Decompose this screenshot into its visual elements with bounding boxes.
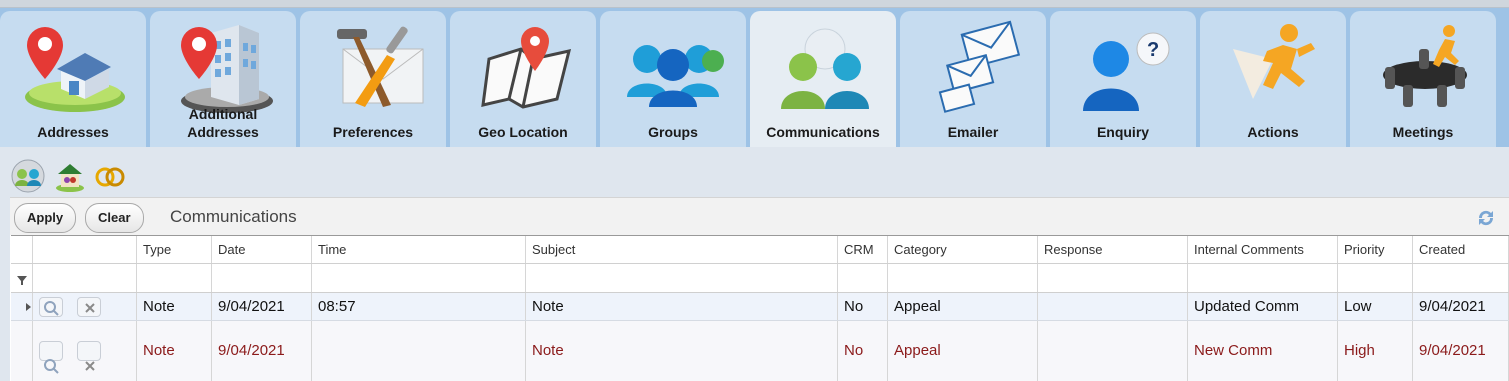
column-header-priority[interactable]: Priority [1338,236,1413,263]
filter-type[interactable] [137,264,212,292]
cell-date: 9/04/2021 [212,321,312,381]
cell-priority: High [1338,321,1413,381]
tab-groups[interactable]: Groups [600,11,746,147]
row-actions-cell [33,293,137,320]
grid-header-row: Type Date Time Subject CRM Category Resp… [11,236,1509,264]
cell-category: Appeal [888,321,1038,381]
cell-response [1038,321,1188,381]
cell-created: 9/04/2021 [1413,321,1509,381]
panel-title: Communications [170,207,297,226]
person-question-icon: ? [1050,19,1196,115]
column-header-date[interactable]: Date [212,236,312,263]
tab-enquiry[interactable]: ? Enquiry [1050,11,1196,147]
column-header-type[interactable]: Type [137,236,212,263]
linked-rings-icon[interactable] [92,158,128,194]
column-header-created[interactable]: Created [1413,236,1509,263]
tab-label: Emailer [947,124,999,140]
filter-created[interactable] [1413,264,1509,292]
cell-internal-comments: New Comm [1188,321,1338,381]
row-actions-cell [33,321,137,381]
filter-date[interactable] [212,264,312,292]
filter-crm[interactable] [838,264,888,292]
cell-crm: No [838,293,888,320]
map-pin-building-icon [150,19,296,115]
column-header-category[interactable]: Category [888,236,1038,263]
magnifier-icon[interactable] [39,297,63,317]
cell-time: 08:57 [312,293,526,320]
svg-text:?: ? [1147,39,1159,61]
running-person-icon [1200,19,1346,115]
refresh-icon[interactable] [1475,207,1497,229]
header-actions-cell [33,236,137,263]
table-row[interactable]: Note 9/04/2021 Note No Appeal New Comm H… [11,321,1509,381]
filter-icon[interactable] [11,264,33,292]
column-header-crm[interactable]: CRM [838,236,888,263]
cell-date: 9/04/2021 [212,293,312,320]
filter-subject[interactable] [526,264,838,292]
cell-crm: No [838,321,888,381]
communications-panel: Apply Clear Communications Type Date Tim… [10,197,1509,381]
column-header-internal-comments[interactable]: Internal Comments [1188,236,1338,263]
header-expander-cell [11,236,33,263]
cell-priority: Low [1338,293,1413,320]
envelopes-icon [900,19,1046,115]
map-pin-house-icon [0,19,146,115]
column-header-response[interactable]: Response [1038,236,1188,263]
tab-additional-addresses[interactable]: Additional Addresses [150,11,296,147]
cell-category: Appeal [888,293,1038,320]
house-people-icon[interactable] [52,158,88,194]
cell-subject: Note [526,321,838,381]
people-chat-icon [750,19,896,115]
filter-category[interactable] [888,264,1038,292]
tab-label: Communications [766,124,880,140]
delete-x-icon[interactable] [77,297,101,317]
cell-time [312,321,526,381]
clear-button[interactable]: Clear [85,203,144,233]
people-chat-small-icon[interactable] [10,158,46,194]
tools-envelope-icon [300,19,446,115]
tab-label: Preferences [332,124,414,140]
column-header-time[interactable]: Time [312,236,526,263]
cell-type: Note [137,293,212,320]
grid-filter-row [11,264,1509,293]
tab-label: Addresses [37,124,109,140]
tab-label: Actions [1247,124,1299,140]
tab-actions[interactable]: Actions [1200,11,1346,147]
meeting-table-icon [1350,19,1496,115]
tab-geo-location[interactable]: Geo Location [450,11,596,147]
tab-label: Groups [648,124,698,140]
tab-preferences[interactable]: Preferences [300,11,446,147]
grid-toolbar: Apply Clear Communications [10,197,1509,235]
tab-communications[interactable]: Communications [750,11,896,147]
filter-time[interactable] [312,264,526,292]
delete-x-icon[interactable] [77,341,101,371]
table-row[interactable]: Note 9/04/2021 08:57 Note No Appeal Upda… [11,293,1509,321]
tab-strip: Addresses Additional Addresses Preferenc… [0,8,1509,147]
cell-response [1038,293,1188,320]
cell-type: Note [137,321,212,381]
communications-grid: Type Date Time Subject CRM Category Resp… [11,235,1509,381]
cell-created: 9/04/2021 [1413,293,1509,320]
window-top-bar [0,0,1509,8]
tab-label: Enquiry [1096,124,1150,140]
row-expand-arrow-icon[interactable] [11,293,33,320]
tab-label: Meetings [1392,124,1454,140]
tab-label: Geo Location [478,124,568,140]
row-expander-cell [11,321,33,381]
filter-cell [33,264,137,292]
tab-emailer[interactable]: Emailer [900,11,1046,147]
filter-internal-comments[interactable] [1188,264,1338,292]
apply-button[interactable]: Apply [14,203,77,233]
cell-subject: Note [526,293,838,320]
cell-internal-comments: Updated Comm [1188,293,1338,320]
tab-addresses[interactable]: Addresses [0,11,146,147]
tab-label: Additional Addresses [187,106,259,140]
column-header-subject[interactable]: Subject [526,236,838,263]
people-group-icon [600,19,746,115]
magnifier-icon[interactable] [39,341,63,374]
filter-priority[interactable] [1338,264,1413,292]
map-location-icon [450,19,596,115]
filter-response[interactable] [1038,264,1188,292]
tab-meetings[interactable]: Meetings [1350,11,1496,147]
